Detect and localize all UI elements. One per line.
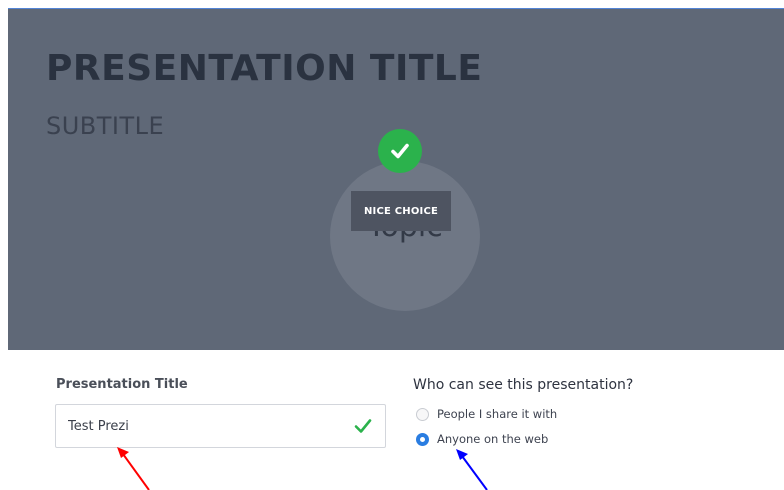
presentation-title: PRESENTATION TITLE <box>46 48 483 89</box>
presentation-settings: Presentation Title Who can see this pres… <box>8 350 784 490</box>
privacy-option-shared[interactable]: People I share it with <box>416 405 557 423</box>
check-icon <box>378 129 422 173</box>
screen: PRESENTATION TITLE SUBTITLE Topic NICE C… <box>0 0 784 490</box>
presentation-subtitle: SUBTITLE <box>46 112 165 140</box>
radio-button[interactable] <box>416 407 429 421</box>
nice-choice-tooltip: NICE CHOICE <box>351 191 451 231</box>
left-border <box>0 0 8 490</box>
check-icon <box>354 419 372 433</box>
privacy-option-label: People I share it with <box>437 407 558 421</box>
privacy-option-web[interactable]: Anyone on the web <box>416 430 548 448</box>
title-field-label: Presentation Title <box>56 377 188 392</box>
privacy-heading: Who can see this presentation? <box>413 377 634 393</box>
topic-circle[interactable]: Topic <box>330 161 480 311</box>
privacy-option-label: Anyone on the web <box>437 432 549 446</box>
radio-button[interactable] <box>416 432 429 446</box>
top-border <box>0 0 784 8</box>
title-input-container[interactable] <box>55 404 386 448</box>
presentation-title-input[interactable] <box>68 405 338 447</box>
preview-top-line <box>8 8 784 9</box>
presentation-preview: PRESENTATION TITLE SUBTITLE Topic NICE C… <box>8 8 784 350</box>
